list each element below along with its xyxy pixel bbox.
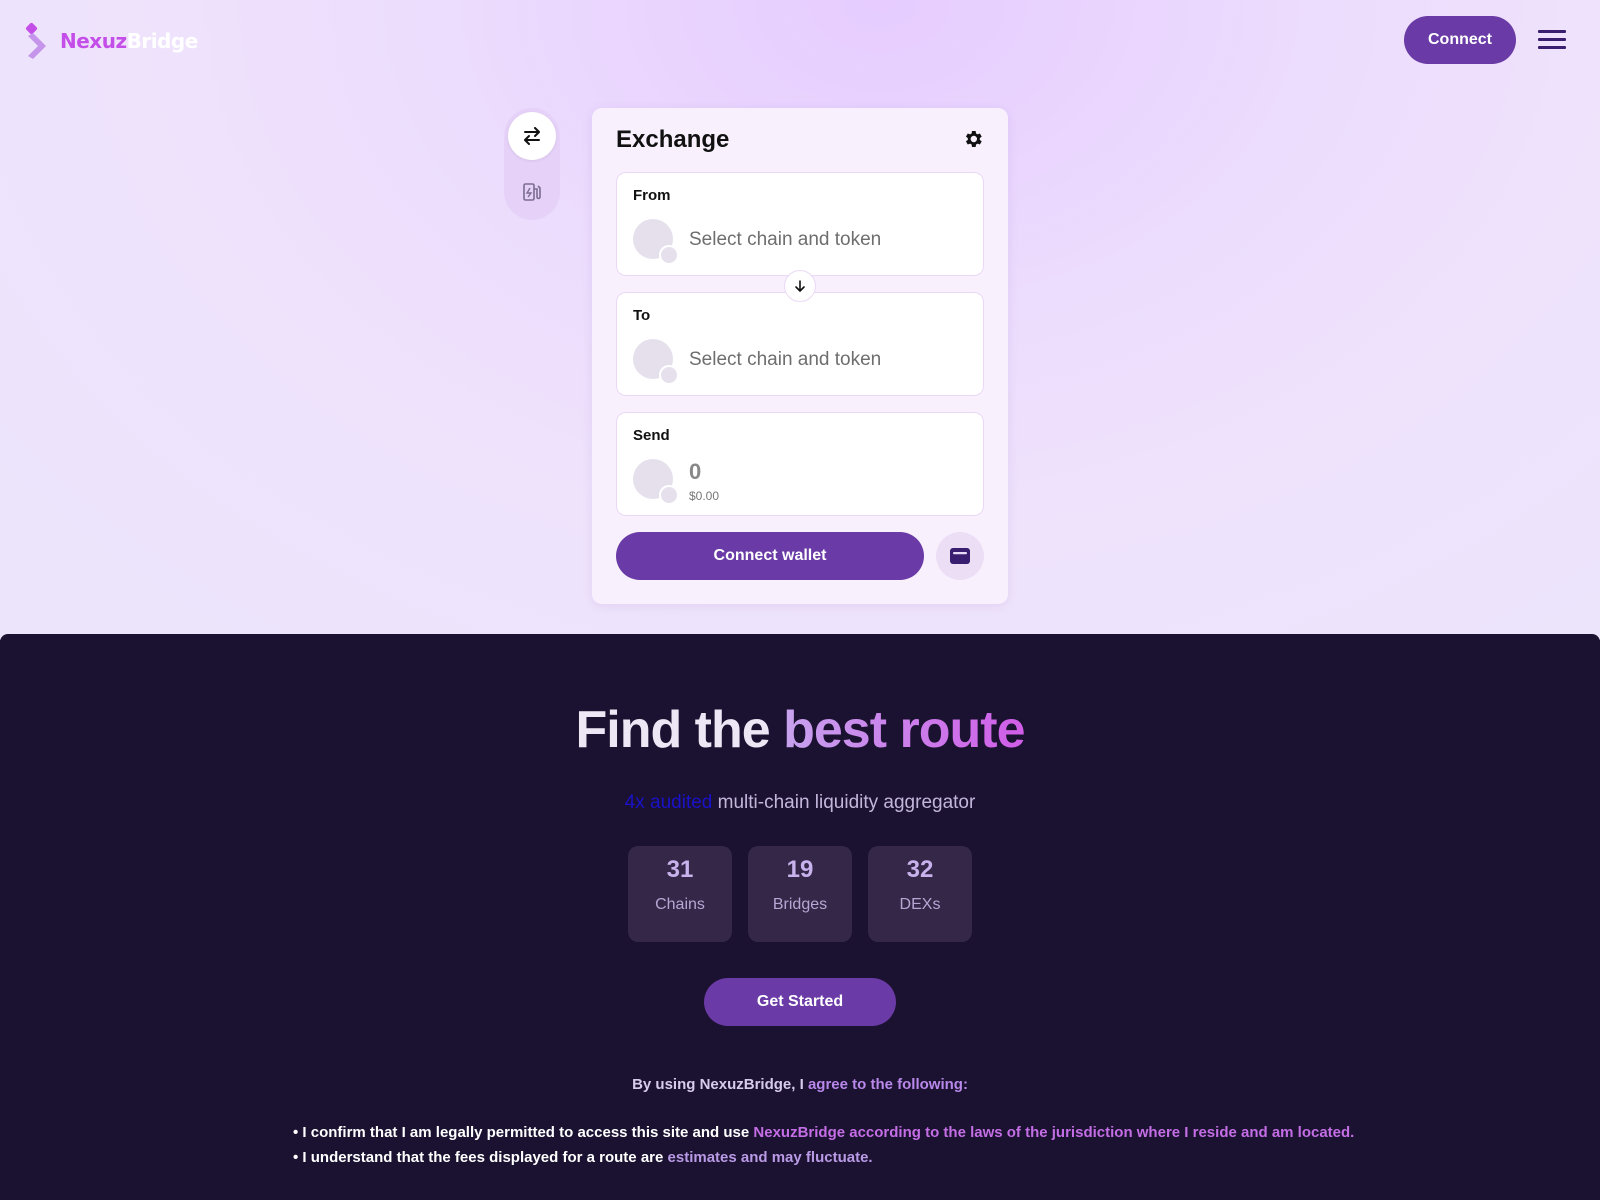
to-placeholder: Select chain and token: [689, 349, 882, 370]
menu-bar: [1538, 46, 1566, 49]
stat-label: Bridges: [772, 896, 828, 913]
from-field[interactable]: From Select chain and token: [616, 172, 984, 276]
stat-card: 19 Bridges: [748, 846, 852, 942]
swap-icon: [524, 127, 540, 145]
send-amount-input[interactable]: 0: [689, 459, 701, 485]
wallet-icon: [950, 548, 970, 564]
stat-label: Chains: [655, 896, 705, 913]
wallet-button[interactable]: [936, 532, 984, 580]
widget-title: Exchange: [616, 126, 730, 153]
agreement-intro-b: agree to the following:: [807, 1076, 968, 1093]
menu-bar: [1538, 30, 1566, 33]
mode-tabs: [504, 108, 560, 220]
agreement-terms: • I confirm that I am legally permitted …: [293, 1120, 1354, 1170]
stat-card: 31 Chains: [628, 846, 732, 942]
arrow-down-icon: [795, 280, 805, 292]
agreement-intro-a: By using NexuzBridge, I: [632, 1076, 808, 1093]
agreement-intro: By using NexuzBridge, I agree to the fol…: [0, 1076, 1600, 1093]
brand-name-part1: Nexuz: [60, 29, 127, 53]
brand-name-part2: Bridge: [126, 29, 199, 53]
to-chain-placeholder: [659, 365, 679, 385]
stats-row: 31 Chains 19 Bridges 32 DEXs: [628, 846, 972, 942]
stat-card: 32 DEXs: [868, 846, 972, 942]
term2-b: estimates and may fluctuate.: [667, 1149, 873, 1166]
subline-text: multi-chain liquidity aggregator: [717, 792, 976, 813]
stat-label: DEXs: [899, 896, 941, 913]
send-usd-value: $0.00: [689, 489, 720, 503]
term1-a: • I confirm that I am legally permitted …: [293, 1124, 754, 1141]
menu-icon[interactable]: [1538, 30, 1566, 52]
get-started-button[interactable]: Get Started: [704, 978, 896, 1026]
term-item: • I confirm that I am legally permitted …: [293, 1120, 1354, 1145]
from-placeholder: Select chain and token: [689, 229, 882, 250]
stat-value: 31: [666, 856, 694, 883]
audited-link[interactable]: 4x audited: [625, 792, 713, 813]
to-field[interactable]: To Select chain and token: [616, 292, 984, 396]
brand-name: NexuzBridge: [60, 29, 198, 53]
from-chain-placeholder: [659, 245, 679, 265]
connect-wallet-button[interactable]: Connect wallet: [616, 532, 924, 580]
term2-a: • I understand that the fees displayed f…: [293, 1149, 668, 1166]
reverse-direction-button[interactable]: [784, 270, 816, 302]
send-chain-placeholder: [659, 485, 679, 505]
stat-value: 32: [906, 856, 934, 883]
gear-icon[interactable]: [962, 128, 984, 150]
from-label: From: [633, 187, 671, 204]
logo-icon: [24, 22, 52, 60]
send-field[interactable]: Send 0 $0.00: [616, 412, 984, 516]
tab-gas[interactable]: [508, 168, 556, 216]
term-item: • I understand that the fees displayed f…: [293, 1145, 1354, 1170]
connect-button[interactable]: Connect: [1404, 16, 1516, 64]
headline-gradient: best route: [783, 701, 1025, 759]
info-section: Find the best route 4x audited multi-cha…: [0, 634, 1600, 1200]
menu-bar: [1538, 38, 1566, 41]
hero-section: NexuzBridge Connect Exchange From Select…: [0, 0, 1600, 640]
hero-subline: 4x audited multi-chain liquidity aggrega…: [0, 792, 1600, 814]
gas-station-icon: [523, 183, 541, 201]
send-label: Send: [633, 427, 670, 444]
term1-b: NexuzBridge according to the laws of the…: [753, 1124, 1355, 1141]
hero-headline: Find the best route: [0, 700, 1600, 760]
to-label: To: [633, 307, 651, 324]
logo[interactable]: NexuzBridge: [24, 22, 198, 60]
exchange-widget: Exchange From Select chain and token To …: [592, 108, 1008, 604]
tab-swap[interactable]: [508, 112, 556, 160]
headline-plain: Find the: [575, 701, 770, 759]
stat-value: 19: [786, 856, 814, 883]
